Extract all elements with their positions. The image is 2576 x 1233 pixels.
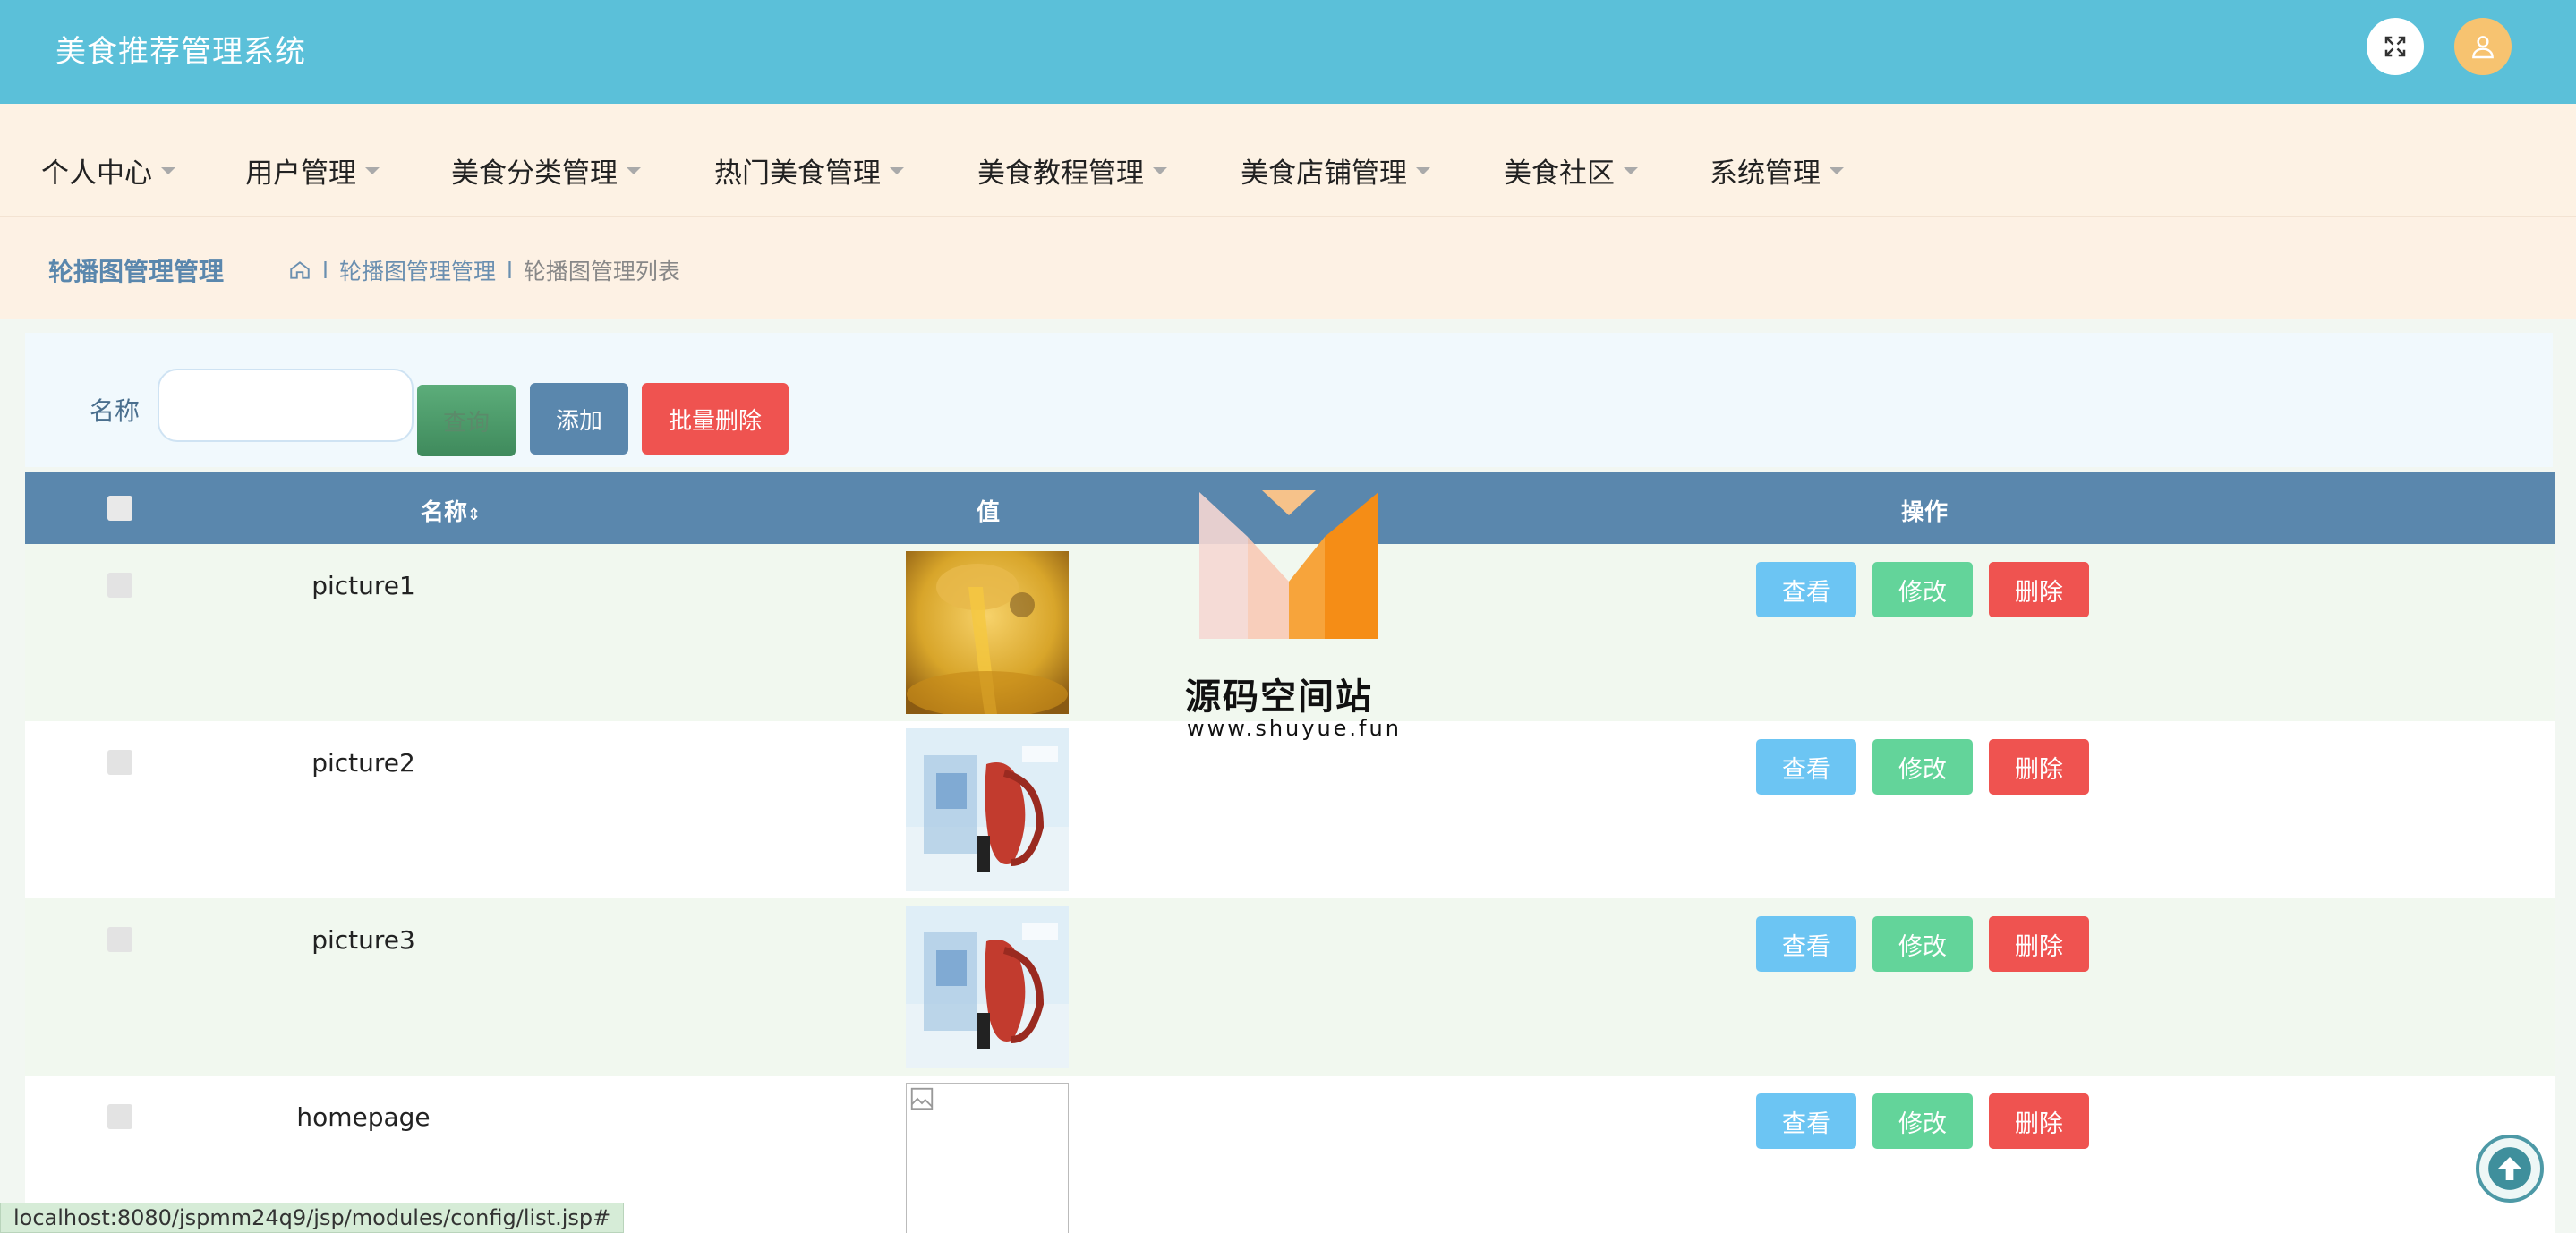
- add-button[interactable]: 添加: [530, 383, 628, 455]
- caret-down-icon: [1624, 166, 1638, 174]
- view-button[interactable]: 查看: [1756, 1093, 1856, 1149]
- nav-item-user-management[interactable]: 用户管理: [245, 150, 380, 191]
- nav-item-label: 系统管理: [1710, 157, 1821, 190]
- table-row: picture3 查看 修改 删除: [25, 898, 2555, 1076]
- main-nav: 个人中心 用户管理 美食分类管理 热门美食管理 美食教程管理 美食店铺管理 美食…: [0, 104, 2576, 217]
- delete-button[interactable]: 删除: [1989, 739, 2089, 795]
- edit-button[interactable]: 修改: [1872, 916, 1973, 972]
- row-image: [906, 551, 1069, 714]
- breadcrumb-item-current: 轮播图管理列表: [523, 259, 680, 285]
- nav-item-label: 美食教程管理: [977, 157, 1144, 190]
- caret-down-icon: [890, 166, 904, 174]
- caret-down-icon: [627, 166, 641, 174]
- content-area: 名称 查询 添加 批量删除 名称⇕ 值 操作 picture1 查看 修改 删除…: [0, 319, 2576, 1233]
- status-url-bar: localhost:8080/jspmm24q9/jsp/modules/con…: [0, 1203, 625, 1233]
- caret-down-icon: [1416, 166, 1430, 174]
- nav-item-system-management[interactable]: 系统管理: [1710, 150, 1844, 191]
- app-title: 美食推荐管理系统: [55, 34, 306, 70]
- caret-down-icon: [365, 166, 380, 174]
- nav-item-food-tutorial[interactable]: 美食教程管理: [977, 150, 1167, 191]
- delete-button[interactable]: 删除: [1989, 1093, 2089, 1149]
- edit-button[interactable]: 修改: [1872, 1093, 1973, 1149]
- column-header-label: 名称: [421, 499, 468, 526]
- nav-item-label: 美食店铺管理: [1241, 157, 1407, 190]
- row-name: picture1: [311, 571, 415, 600]
- sort-icon[interactable]: ⇕: [467, 506, 481, 524]
- nav-item-label: 热门美食管理: [714, 157, 881, 190]
- row-checkbox[interactable]: [107, 927, 132, 952]
- nav-item-label: 美食社区: [1504, 157, 1615, 190]
- caret-down-icon: [1153, 166, 1167, 174]
- watermark-title: 源码空间站: [1185, 676, 1373, 718]
- back-to-top-button[interactable]: [2476, 1135, 2544, 1203]
- view-button[interactable]: 查看: [1756, 916, 1856, 972]
- view-button[interactable]: 查看: [1756, 739, 1856, 795]
- watermark-url: www.shuyue.fun: [1187, 716, 1402, 741]
- nav-item-label: 用户管理: [245, 157, 356, 190]
- nav-item-hot-food[interactable]: 热门美食管理: [714, 150, 904, 191]
- breadcrumb-separator: l: [322, 257, 328, 284]
- row-checkbox[interactable]: [107, 750, 132, 775]
- breadcrumb-item[interactable]: 轮播图管理管理: [339, 254, 496, 286]
- breadcrumb-separator: l: [506, 257, 513, 284]
- broken-image-icon: [906, 1083, 1069, 1233]
- fullscreen-button[interactable]: [2367, 18, 2424, 75]
- nav-item-personal-center[interactable]: 个人中心: [41, 150, 175, 191]
- select-all-checkbox[interactable]: [107, 496, 132, 521]
- row-image: [906, 906, 1069, 1068]
- name-search-input[interactable]: [158, 369, 414, 442]
- column-header-actions: 操作: [1901, 499, 1949, 526]
- nav-item-label: 个人中心: [41, 157, 152, 190]
- delete-button[interactable]: 删除: [1989, 562, 2089, 617]
- page-title: 轮播图管理管理: [48, 257, 225, 286]
- column-header-value: 值: [977, 499, 1001, 526]
- bulk-delete-button[interactable]: 批量删除: [642, 383, 789, 455]
- nav-item-food-shop[interactable]: 美食店铺管理: [1241, 150, 1430, 191]
- row-name: picture2: [311, 748, 415, 778]
- home-icon[interactable]: [288, 259, 311, 282]
- column-header-name[interactable]: 名称⇕: [421, 494, 481, 527]
- breadcrumb: l 轮播图管理管理 l 轮播图管理列表: [288, 254, 680, 286]
- nav-item-label: 美食分类管理: [451, 157, 618, 190]
- row-checkbox[interactable]: [107, 1104, 132, 1129]
- expand-icon: [2384, 36, 2406, 57]
- arrow-up-icon: [2488, 1147, 2531, 1190]
- edit-button[interactable]: 修改: [1872, 562, 1973, 617]
- row-name: homepage: [296, 1102, 431, 1132]
- row-name: picture3: [311, 925, 415, 955]
- search-panel: 名称 查询 添加 批量删除: [25, 333, 2553, 467]
- row-image: [906, 728, 1069, 891]
- nav-item-food-category[interactable]: 美食分类管理: [451, 150, 641, 191]
- top-header: 美食推荐管理系统: [0, 0, 2576, 104]
- caret-down-icon: [1830, 166, 1844, 174]
- breadcrumb-bar: 轮播图管理管理 l 轮播图管理管理 l 轮播图管理列表: [0, 217, 2576, 319]
- user-avatar-button[interactable]: [2454, 18, 2512, 75]
- view-button[interactable]: 查看: [1756, 562, 1856, 617]
- caret-down-icon: [161, 166, 175, 174]
- user-icon: [2472, 36, 2494, 59]
- row-checkbox[interactable]: [107, 573, 132, 598]
- edit-button[interactable]: 修改: [1872, 739, 1973, 795]
- search-label: 名称: [90, 396, 141, 426]
- nav-item-food-community[interactable]: 美食社区: [1504, 150, 1638, 191]
- delete-button[interactable]: 删除: [1989, 916, 2089, 972]
- query-button[interactable]: 查询: [417, 385, 516, 456]
